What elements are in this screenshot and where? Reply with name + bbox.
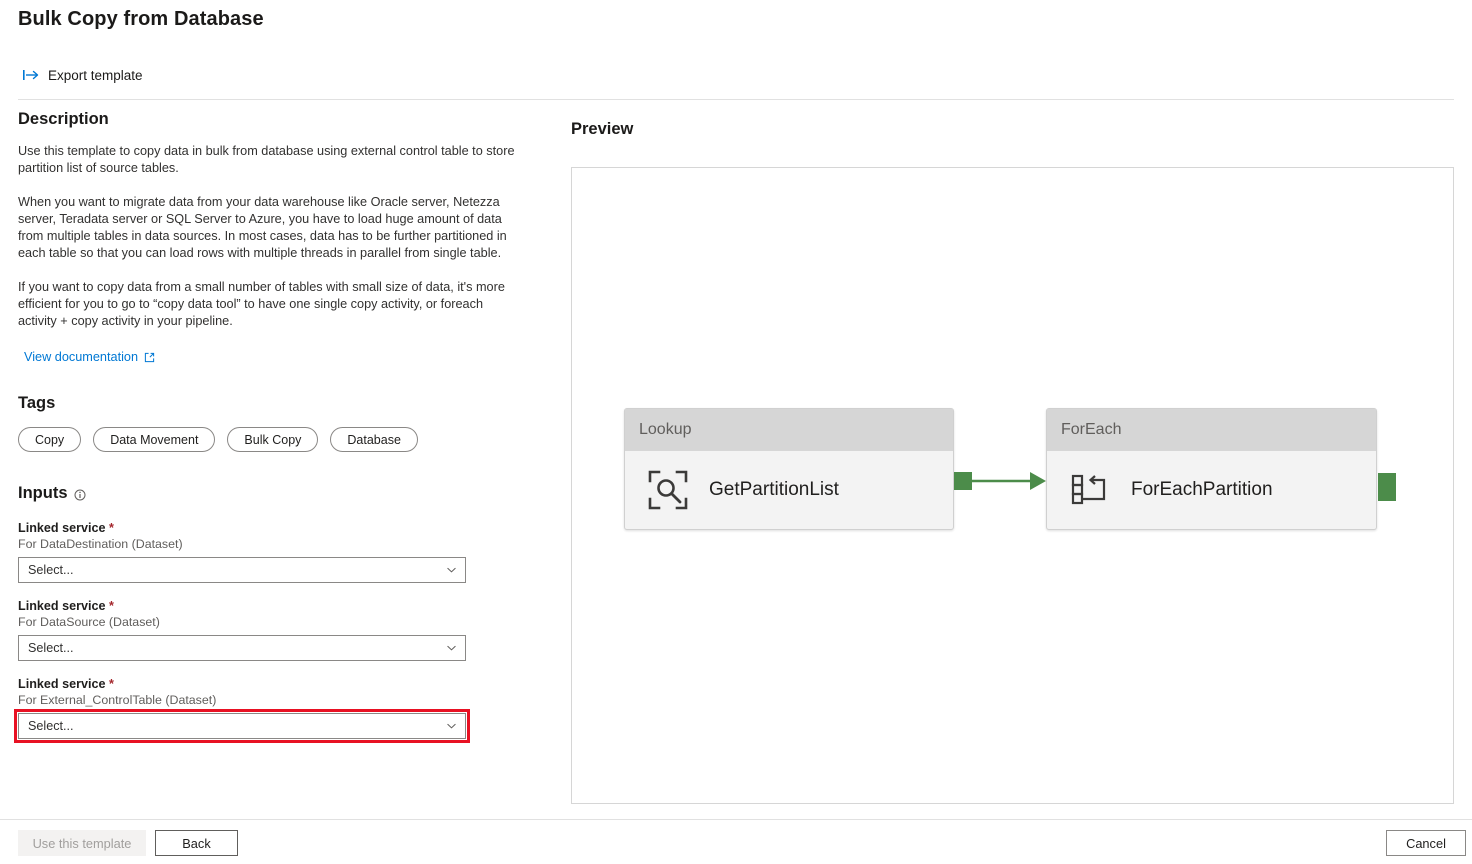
pipeline-node-lookup[interactable]: Lookup	[624, 408, 954, 530]
pipeline-node-foreach[interactable]: ForEach ForEachPar	[1046, 408, 1377, 530]
required-marker: *	[109, 599, 114, 613]
node-name: ForEachPartition	[1131, 479, 1273, 501]
field-label-text: Linked service	[18, 677, 106, 691]
description-paragraph: If you want to copy data from a small nu…	[18, 279, 523, 330]
field-label: Linked service *	[18, 677, 466, 691]
linked-service-select-externalcontroltable[interactable]: Select...	[18, 713, 466, 739]
field-sublabel: For External_ControlTable (Dataset)	[18, 693, 466, 707]
tag-chip[interactable]: Copy	[18, 427, 81, 452]
field-label: Linked service *	[18, 599, 466, 613]
tag-chip[interactable]: Data Movement	[93, 427, 215, 452]
linked-service-select-wrapper: Select...	[18, 557, 466, 583]
description-heading: Description	[18, 110, 560, 129]
field-label: Linked service *	[18, 521, 466, 535]
input-field-datadestination: Linked service * For DataDestination (Da…	[18, 521, 466, 583]
use-this-template-button[interactable]: Use this template	[18, 830, 146, 856]
template-detail-page: Bulk Copy from Database Export template …	[0, 0, 1472, 864]
inputs-heading-row: Inputs	[0, 484, 560, 503]
connector-port-foreach-output	[1378, 473, 1396, 501]
lookup-magnifier-icon	[647, 469, 689, 511]
page-title: Bulk Copy from Database	[18, 8, 264, 31]
linked-service-select-wrapper: Select...	[18, 635, 466, 661]
tag-chip[interactable]: Bulk Copy	[227, 427, 318, 452]
description-body: Use this template to copy data in bulk f…	[18, 143, 523, 366]
cancel-button[interactable]: Cancel	[1386, 830, 1466, 856]
external-link-icon	[144, 352, 155, 363]
field-label-text: Linked service	[18, 599, 106, 613]
node-type-label: ForEach	[1047, 409, 1376, 451]
node-name: GetPartitionList	[709, 479, 839, 501]
required-marker: *	[109, 521, 114, 535]
field-label-text: Linked service	[18, 521, 106, 535]
tag-chip[interactable]: Database	[330, 427, 418, 452]
required-marker: *	[109, 677, 114, 691]
node-body: ForEachPartition	[1047, 451, 1376, 529]
description-paragraph: Use this template to copy data in bulk f…	[18, 143, 523, 177]
inputs-heading: Inputs	[18, 484, 68, 503]
export-arrow-icon	[22, 67, 40, 83]
tags-heading: Tags	[18, 394, 560, 413]
node-body: GetPartitionList	[625, 451, 953, 529]
node-type-label: Lookup	[625, 409, 953, 451]
connector-arrow-lookup-to-foreach	[954, 466, 1046, 496]
export-template-label: Export template	[48, 68, 143, 83]
field-sublabel: For DataDestination (Dataset)	[18, 537, 466, 551]
pipeline-canvas[interactable]: Lookup	[572, 168, 1453, 803]
left-column: Description Use this template to copy da…	[0, 110, 560, 750]
header-divider	[18, 99, 1454, 100]
field-sublabel: For DataSource (Dataset)	[18, 615, 466, 629]
view-documentation-link[interactable]: View documentation	[24, 350, 155, 364]
linked-service-select-datadestination[interactable]: Select...	[18, 557, 466, 583]
input-field-externalcontroltable: Linked service * For External_ControlTab…	[18, 677, 466, 739]
foreach-loop-icon	[1069, 469, 1111, 511]
preview-panel: Lookup	[571, 167, 1454, 804]
view-documentation-label: View documentation	[24, 350, 138, 364]
preview-heading: Preview	[571, 120, 633, 139]
info-circle-icon[interactable]	[74, 487, 86, 501]
linked-service-select-datasource[interactable]: Select...	[18, 635, 466, 661]
export-template-button[interactable]: Export template	[22, 67, 143, 83]
input-field-datasource: Linked service * For DataSource (Dataset…	[18, 599, 466, 661]
footer-divider	[0, 819, 1472, 820]
description-paragraph: When you want to migrate data from your …	[18, 194, 523, 262]
linked-service-select-wrapper-highlighted: Select...	[18, 713, 466, 739]
tags-list: Copy Data Movement Bulk Copy Database	[18, 427, 560, 452]
back-button[interactable]: Back	[155, 830, 238, 856]
